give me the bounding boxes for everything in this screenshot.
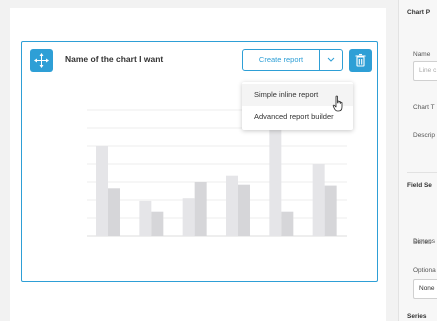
chart-title: Name of the chart I want xyxy=(65,54,164,64)
bar-series-2-category-1 xyxy=(108,188,120,236)
bar-series-2-category-5 xyxy=(281,211,294,236)
description-label: Descrip xyxy=(413,132,436,139)
bar-series-2-category-4 xyxy=(238,184,250,236)
chevron-down-icon xyxy=(327,57,335,62)
bar-series-2-category-2 xyxy=(151,211,164,236)
series-label: Series xyxy=(413,239,432,246)
bar-series-2-category-3 xyxy=(194,182,207,236)
bar-series-1-category-6 xyxy=(312,164,325,236)
optional-select[interactable]: None xyxy=(413,279,437,299)
move-handle-button[interactable] xyxy=(30,49,53,72)
optional-label: Optiona xyxy=(413,267,436,274)
bar-series-1-category-3 xyxy=(182,198,195,236)
bar-series-1-category-2 xyxy=(139,200,152,236)
bar-series-2-category-6 xyxy=(324,185,337,236)
create-report-button[interactable]: Create report xyxy=(243,50,319,70)
create-report-dropdown-toggle[interactable] xyxy=(319,50,342,70)
series-section-title: Series xyxy=(407,313,427,320)
bar-series-1-category-5 xyxy=(269,113,282,236)
field-section-title: Field Se xyxy=(407,182,432,189)
name-input-placeholder: Line c xyxy=(419,67,437,74)
trash-icon xyxy=(355,53,366,67)
name-input[interactable]: Line c xyxy=(413,61,437,81)
name-label: Name xyxy=(413,51,431,58)
delete-chart-button[interactable] xyxy=(349,49,372,72)
move-arrows-icon xyxy=(34,53,49,68)
chart-properties-panel: Chart P Name Line c Chart T Descrip Fiel… xyxy=(398,0,437,321)
bar-series-1-category-4 xyxy=(226,175,238,236)
bar-series-1-category-1 xyxy=(96,146,108,236)
chart-type-label: Chart T xyxy=(413,104,435,111)
optional-select-value: None xyxy=(419,285,435,292)
hand-pointer-icon xyxy=(332,95,343,112)
panel-title: Chart P xyxy=(407,9,431,16)
panel-divider xyxy=(407,172,437,173)
chart-card[interactable]: Name of the chart I want Create report xyxy=(21,41,378,282)
create-report-split-button: Create report xyxy=(242,49,343,71)
